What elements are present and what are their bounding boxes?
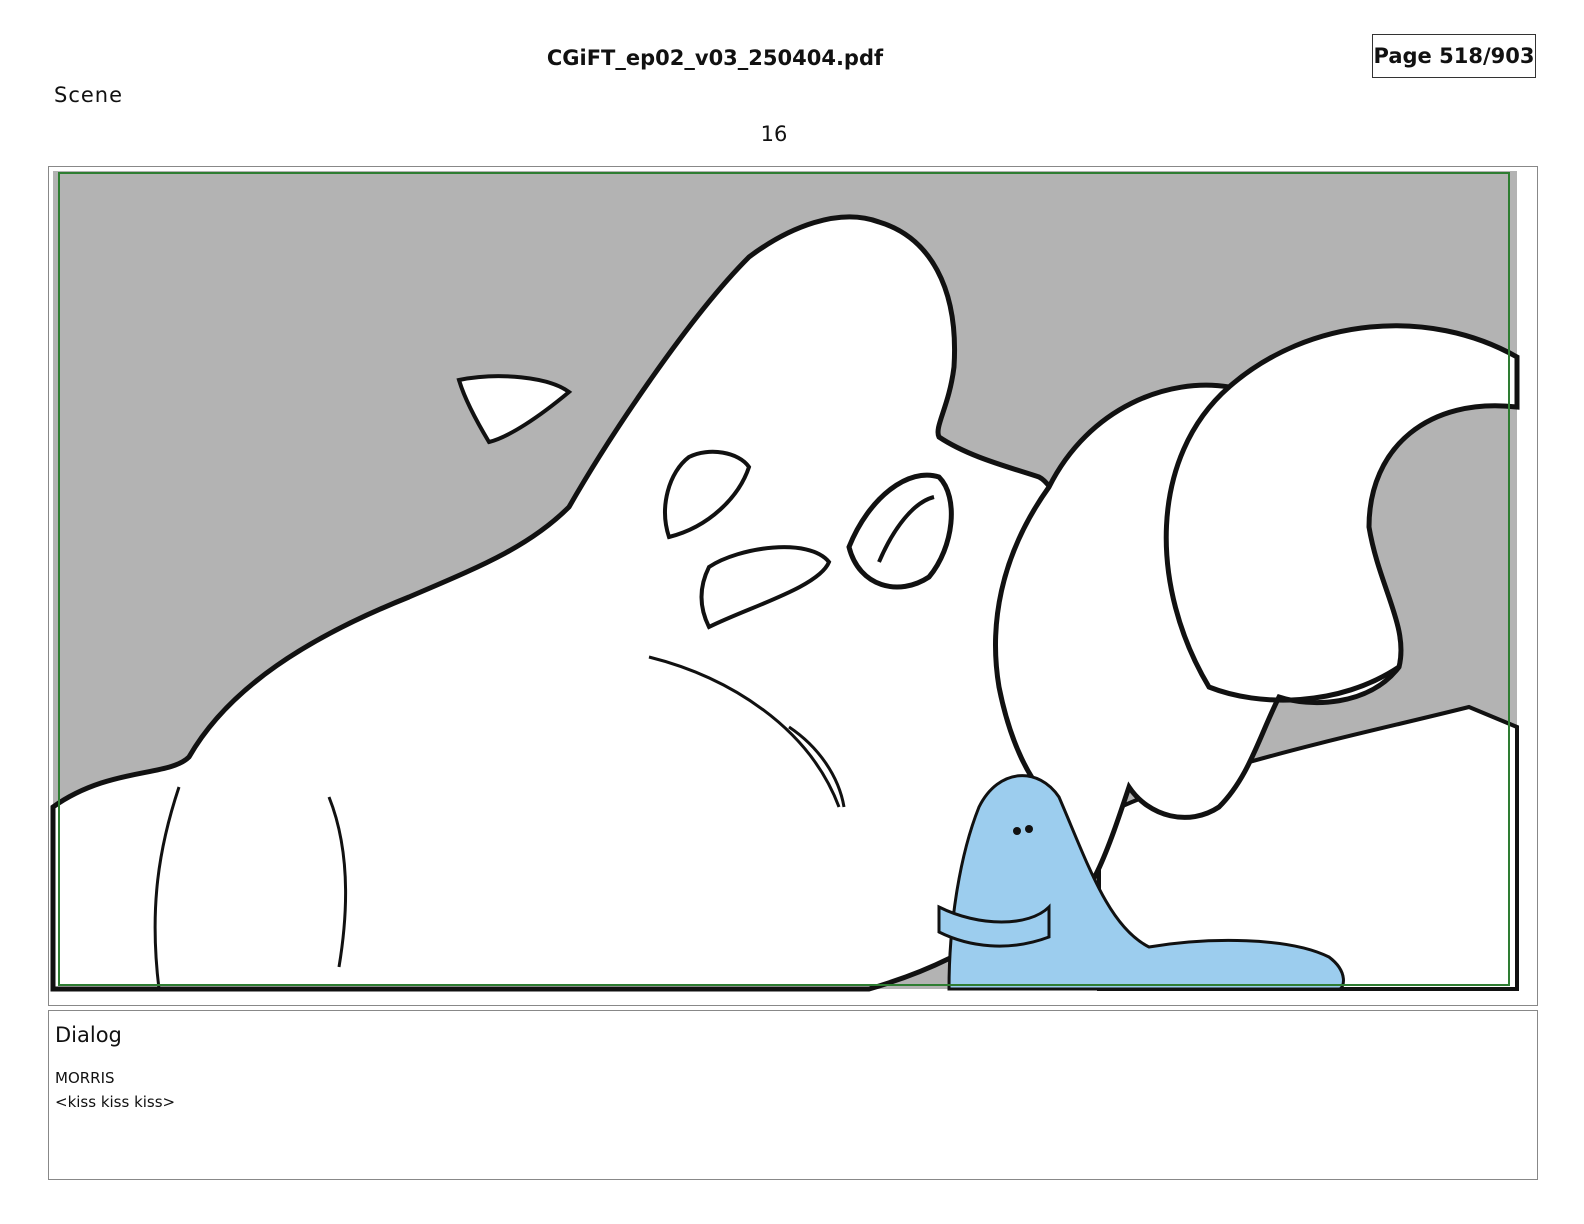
storyboard-panel — [48, 166, 1538, 1006]
page-indicator: Page 518/903 — [1372, 34, 1536, 78]
small-creature-eye — [1013, 827, 1021, 835]
storyboard-drawing — [50, 171, 1520, 992]
small-creature-eye — [1025, 825, 1033, 833]
scene-label: Scene — [54, 83, 124, 107]
dialog-label: Dialog — [55, 1023, 122, 1047]
dialog-line: <kiss kiss kiss> — [55, 1093, 176, 1111]
scene-number: 16 — [760, 122, 788, 146]
dialog-box: Dialog MORRIS <kiss kiss kiss> — [48, 1010, 1538, 1180]
document-title: CGiFT_ep02_v03_250404.pdf — [546, 46, 884, 70]
dialog-speaker: MORRIS — [55, 1069, 115, 1087]
